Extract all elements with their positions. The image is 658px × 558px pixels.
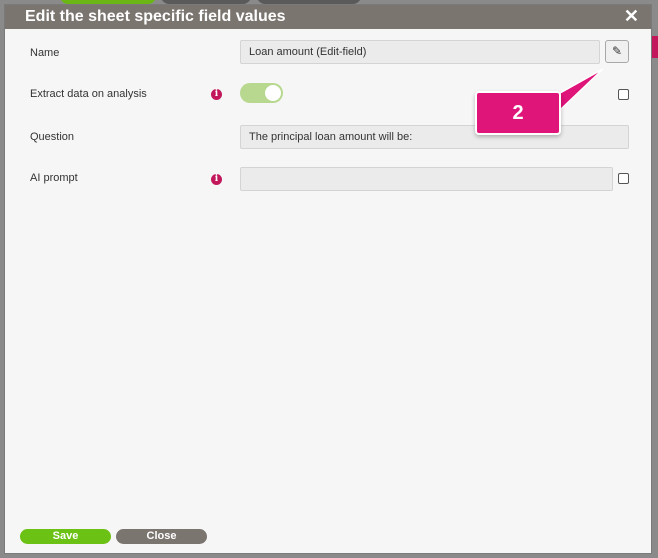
extract-data-toggle[interactable]: [240, 83, 283, 103]
question-label: Question: [30, 131, 75, 143]
ai-prompt-field[interactable]: [240, 167, 613, 191]
save-button[interactable]: Save: [20, 529, 111, 544]
extract-data-label: Extract data on analysis: [30, 88, 147, 100]
step-callout-badge: 2: [475, 91, 561, 135]
close-icon[interactable]: ✕: [624, 6, 639, 26]
name-label: Name: [30, 47, 60, 59]
ai-prompt-label: AI prompt: [30, 172, 78, 184]
pencil-icon: ✎: [611, 44, 623, 58]
info-icon[interactable]: i: [211, 89, 222, 100]
edit-field-dialog: Edit the sheet specific field values ✕ N…: [4, 4, 652, 554]
extract-data-checkbox[interactable]: [618, 89, 629, 100]
toggle-knob: [265, 85, 281, 101]
name-field[interactable]: Loan amount (Edit-field): [240, 40, 600, 64]
dialog-header: Edit the sheet specific field values ✕: [5, 5, 651, 29]
background-accent: [652, 36, 658, 58]
dialog-title: Edit the sheet specific field values: [25, 8, 286, 25]
question-field[interactable]: The principal loan amount will be:: [240, 125, 629, 149]
ai-prompt-checkbox[interactable]: [618, 173, 629, 184]
edit-name-button[interactable]: ✎: [605, 40, 629, 63]
info-icon[interactable]: i: [211, 174, 222, 185]
close-button[interactable]: Close: [116, 529, 207, 544]
